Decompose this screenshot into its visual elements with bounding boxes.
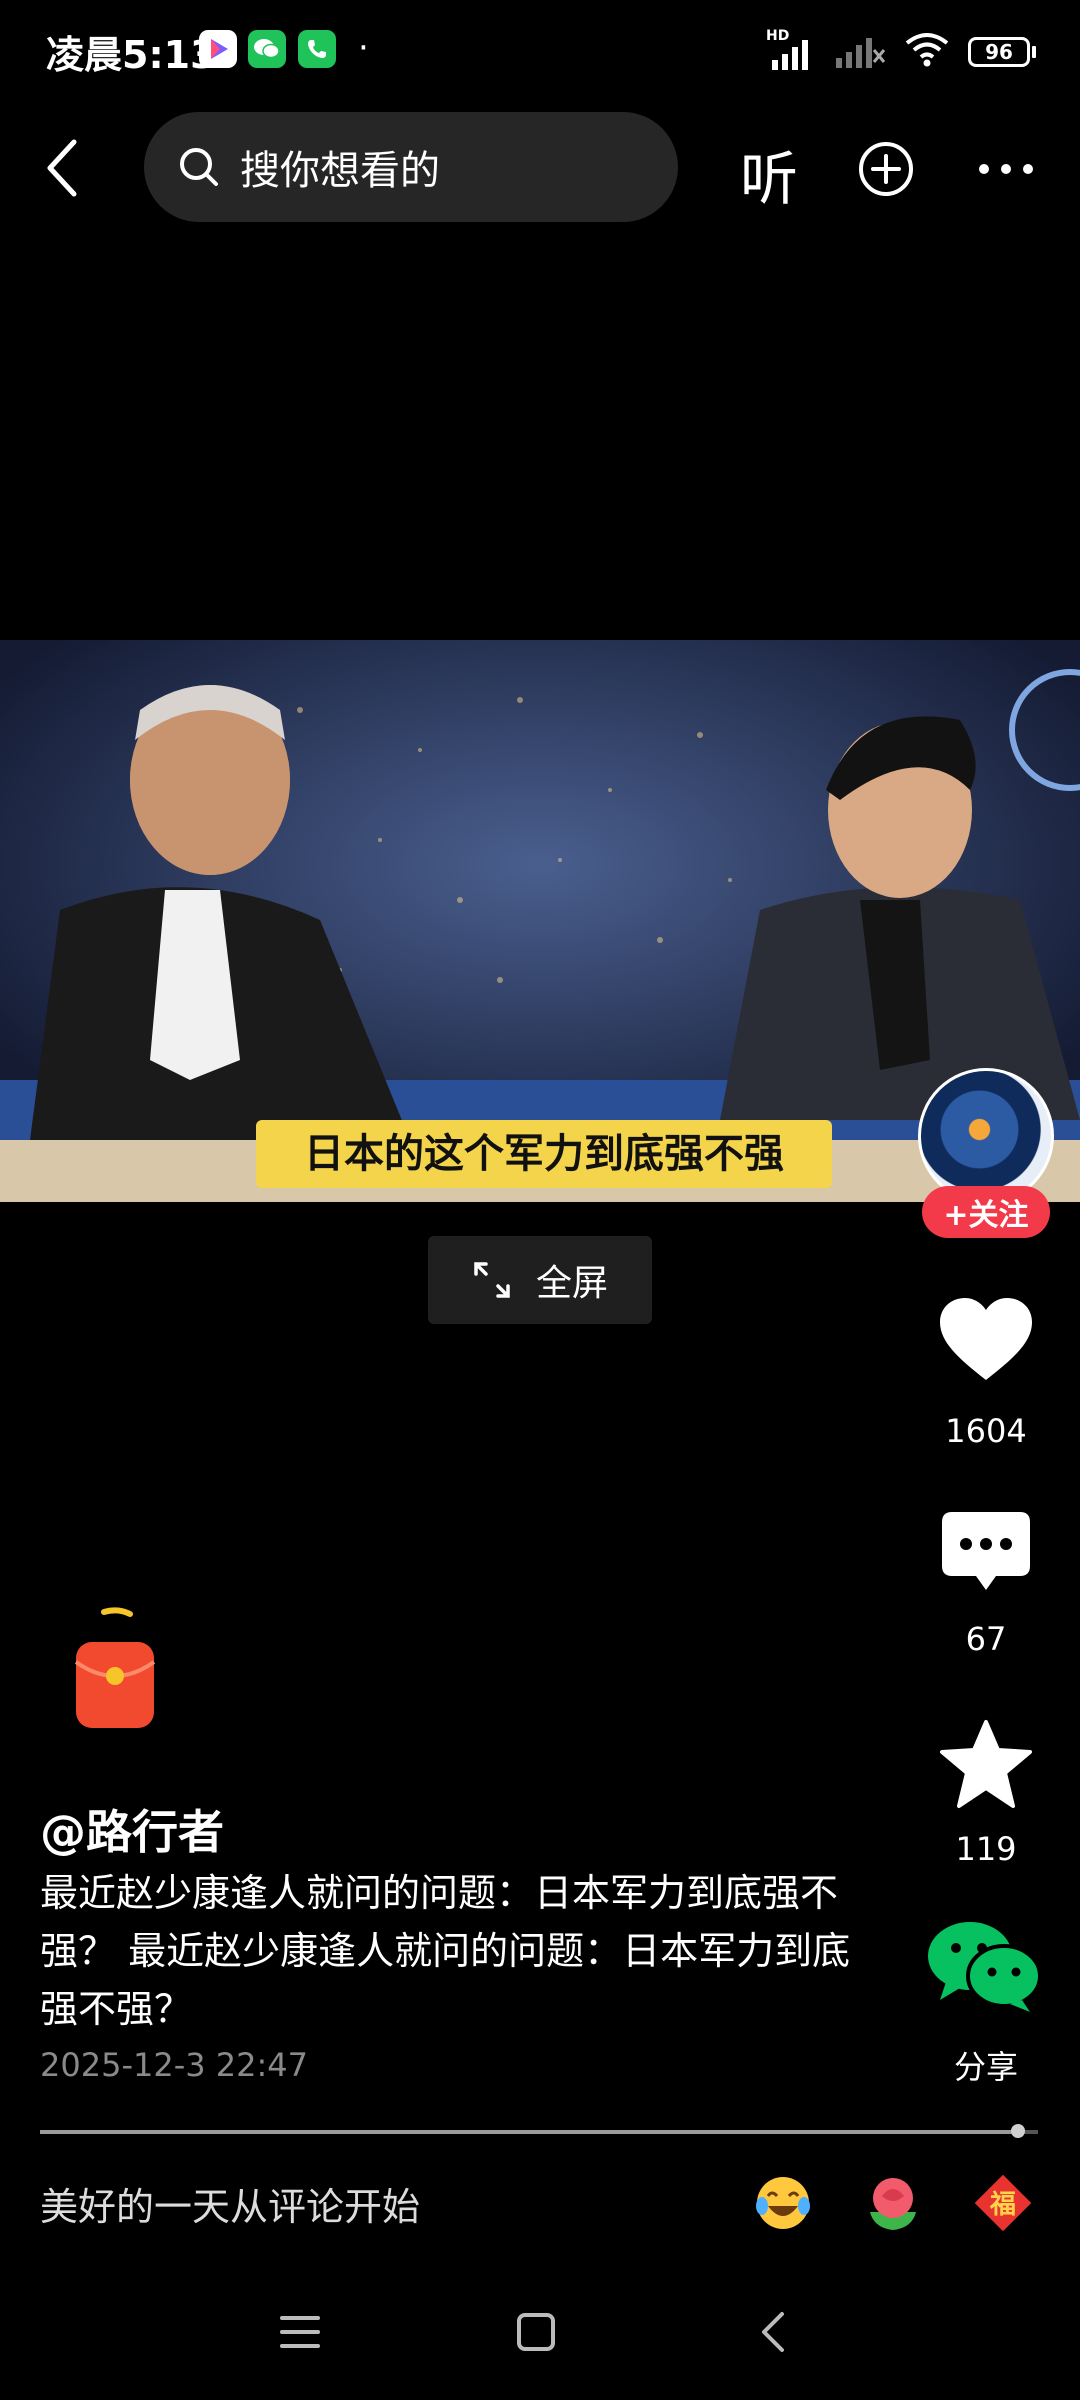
signal-icon: HD	[766, 28, 816, 72]
red-packet-button[interactable]	[74, 1606, 156, 1730]
post-timestamp: 2025-12-3 22:47	[40, 2046, 308, 2084]
wechat-notification-icon	[248, 30, 286, 68]
add-button[interactable]	[857, 140, 915, 202]
like-button[interactable]	[938, 1296, 1034, 1388]
status-indicators: HD 96	[766, 28, 1036, 74]
square-icon	[517, 2313, 555, 2351]
video-player[interactable]: 日本的这个军力到底强不强	[0, 640, 1080, 1202]
share-label: 分享	[953, 2048, 1018, 2086]
progress-knob[interactable]	[1011, 2124, 1025, 2138]
more-button[interactable]	[976, 140, 1036, 202]
nav-menu-button[interactable]	[278, 2312, 322, 2356]
chevron-left-icon	[762, 2312, 784, 2352]
wifi-icon	[904, 31, 950, 73]
battery-icon: 96	[968, 37, 1036, 67]
author-avatar[interactable]	[918, 1068, 1054, 1204]
like-count: 1604	[945, 1412, 1027, 1450]
search-icon	[180, 148, 218, 186]
laughing-emoji-icon	[756, 2177, 810, 2229]
wechat-share-icon	[928, 1922, 1042, 2012]
back-button[interactable]	[40, 136, 90, 200]
notification-more-dot: ·	[358, 28, 369, 68]
comment-button[interactable]	[940, 1510, 1032, 1598]
more-dots-icon	[979, 164, 1033, 174]
laughing-emoji-button[interactable]	[752, 2172, 814, 2234]
nav-back-button[interactable]	[756, 2310, 792, 2358]
search-input[interactable]: 搜你想看的	[144, 112, 678, 222]
phone-notification-icon	[298, 30, 336, 68]
share-button[interactable]	[926, 1920, 1044, 2016]
favorite-button[interactable]	[938, 1718, 1034, 1814]
favorite-count: 119	[955, 1830, 1017, 1868]
expand-icon	[474, 1262, 510, 1298]
fortune-emoji-button[interactable]: 福	[972, 2172, 1034, 2234]
fullscreen-label: 全屏	[535, 1263, 608, 1304]
battery-level: 96	[985, 40, 1013, 64]
progress-fill	[40, 2130, 1018, 2134]
video-frame-image	[0, 640, 1080, 1202]
plus-circle-icon	[859, 142, 913, 196]
author-name[interactable]: @路行者	[40, 1796, 224, 1862]
menu-icon	[280, 2316, 320, 2348]
comment-count: 67	[965, 1620, 1007, 1658]
search-placeholder: 搜你想看的	[240, 148, 440, 194]
svg-text:福: 福	[989, 2190, 1016, 2220]
post-description: 最近赵少康逢人就问的问题：日本军力到底强不强？ 最近赵少康逢人就问的问题：日本军…	[40, 1871, 851, 2031]
follow-button[interactable]: +关注	[922, 1186, 1050, 1238]
signal-secondary-icon	[834, 30, 886, 74]
fullscreen-button[interactable]: 全屏	[428, 1236, 652, 1324]
status-time: 凌晨5:13	[46, 33, 217, 77]
rose-emoji-button[interactable]	[862, 2172, 924, 2234]
chevron-left-icon	[47, 139, 77, 197]
nav-home-button[interactable]	[514, 2310, 558, 2358]
video-app-icon	[199, 30, 237, 68]
heart-icon	[940, 1298, 1032, 1380]
listen-button[interactable]: 听	[740, 132, 798, 216]
rose-icon	[870, 2178, 916, 2230]
video-subtitle: 日本的这个军力到底强不强	[256, 1120, 832, 1188]
star-icon	[940, 1720, 1032, 1808]
red-envelope-icon	[74, 1607, 156, 1728]
fu-diamond-icon: 福	[974, 2174, 1032, 2232]
comment-input[interactable]: 美好的一天从评论开始	[40, 2176, 420, 2231]
comment-bubble-icon	[942, 1512, 1030, 1590]
